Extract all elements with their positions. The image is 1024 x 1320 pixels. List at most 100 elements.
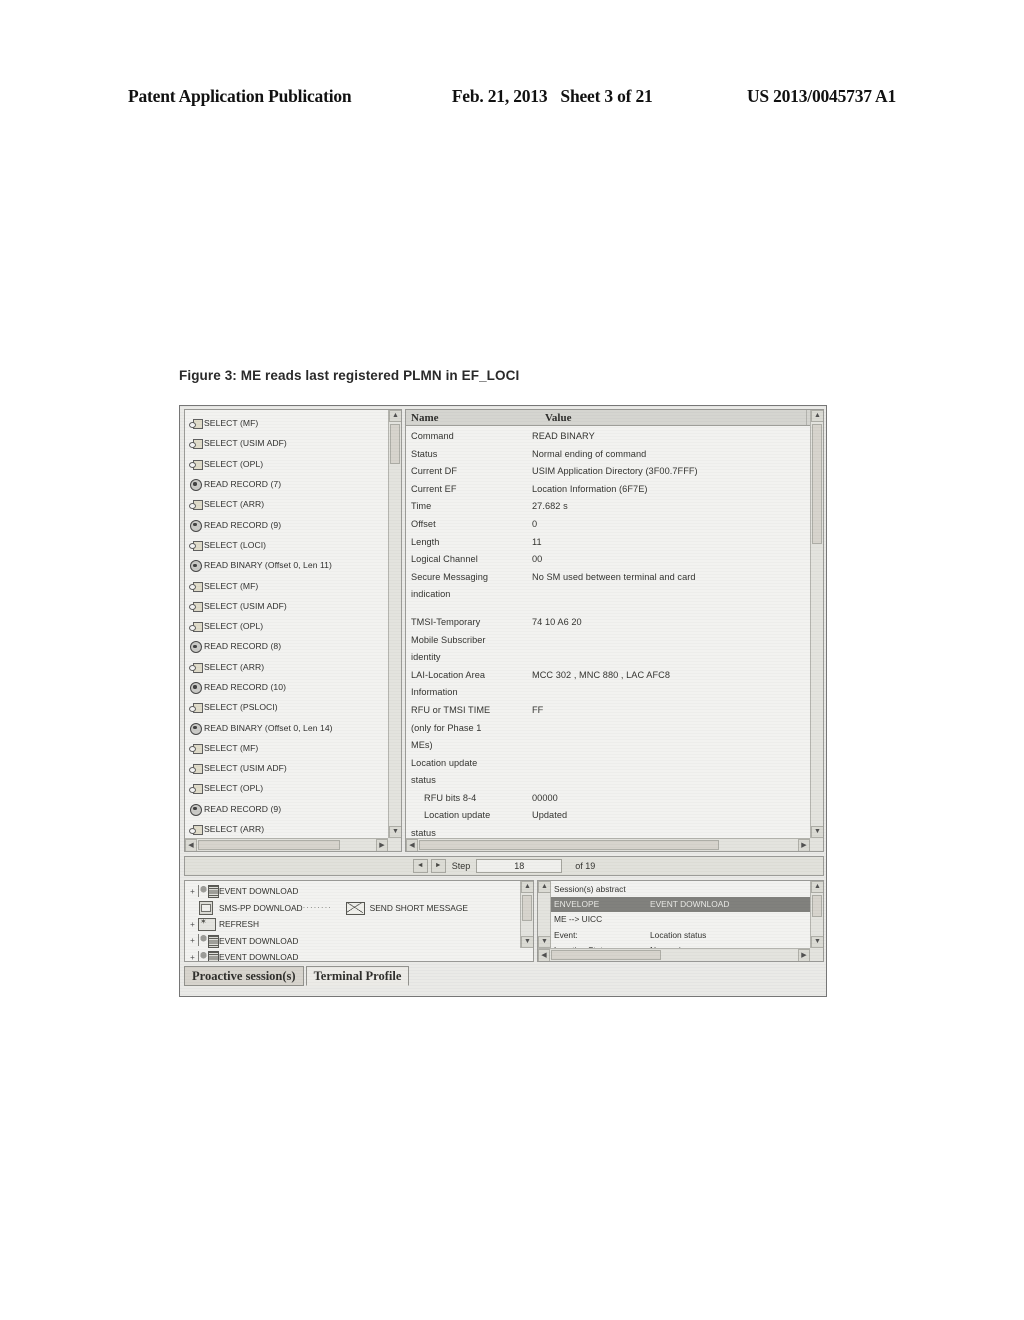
session-detail-horizontal-scrollbar[interactable]: ◀ ▶ <box>538 948 810 961</box>
detail-grid-row[interactable]: Logical Channel 00 <box>406 551 809 569</box>
command-tree-row[interactable]: READ RECORD (9) <box>189 514 388 534</box>
command-tree-row[interactable]: SELECT (MF) <box>189 413 388 433</box>
command-tree-row[interactable]: SELECT (PSLOCI) <box>189 697 388 717</box>
command-tree-row[interactable]: SELECT (ARR) <box>189 819 388 839</box>
session-detail-panel[interactable]: ▲ ▼ Session(s) abstract ENVELOPE EVENT DOW… <box>537 880 824 962</box>
session-detail-row[interactable]: Event: Location status <box>551 928 810 943</box>
scroll-left-arrow-icon[interactable]: ◀ <box>406 839 418 851</box>
scroll-up-arrow-icon[interactable]: ▲ <box>811 410 823 422</box>
command-tree-row[interactable]: SELECT (USIM ADF) <box>189 596 388 616</box>
detail-grid-row[interactable]: RFU bits 8-4 00000 <box>406 790 809 808</box>
command-tree-row[interactable]: SELECT (USIM ADF) <box>189 758 388 778</box>
detail-grid-row[interactable]: Secure Messaging No SM used between termi… <box>406 569 809 587</box>
scroll-left-arrow-icon[interactable]: ◀ <box>538 949 550 961</box>
detail-grid-row[interactable]: TMSI-Temporary 74 10 A6 20 <box>406 614 809 632</box>
expand-node-icon[interactable]: + <box>188 936 197 945</box>
scroll-right-arrow-icon[interactable]: ▶ <box>798 949 810 961</box>
command-tree-row[interactable]: SELECT (OPL) <box>189 616 388 636</box>
scroll-right-arrow-icon[interactable]: ▶ <box>798 839 810 851</box>
scrollbar-thumb[interactable] <box>198 840 340 850</box>
command-tree-row[interactable]: SELECT (MF) <box>189 738 388 758</box>
detail-grid-row[interactable]: identity <box>406 649 809 667</box>
proactive-session-tree[interactable]: + EVENT DOWNLOAD SMS-PP DOWNLOAD ········ SE… <box>184 880 534 962</box>
session-detail-scrollbar-right[interactable]: ▲ ▼ <box>810 881 823 948</box>
command-tree-vertical-scrollbar[interactable]: ▲ ▼ <box>388 410 401 838</box>
detail-grid-row[interactable]: Length 11 <box>406 534 809 552</box>
session-tree-row[interactable]: + EVENT DOWNLOAD <box>188 949 520 961</box>
detail-grid-row[interactable]: Offset 0 <box>406 516 809 534</box>
session-tree-row[interactable]: + REFRESH <box>188 916 520 933</box>
detail-grid-row[interactable]: Mobile Subscriber <box>406 632 809 650</box>
detail-grid-row[interactable]: Current DF USIM Application Directory (3F… <box>406 463 809 481</box>
session-detail-row-selected[interactable]: ENVELOPE EVENT DOWNLOAD <box>551 897 810 913</box>
detail-grid-row[interactable]: Location update Updated <box>406 807 809 825</box>
scroll-down-arrow-icon[interactable]: ▼ <box>811 936 823 948</box>
session-tree-row[interactable]: + EVENT DOWNLOAD <box>188 933 520 950</box>
command-tree-row[interactable]: SELECT (USIM ADF) <box>189 433 388 453</box>
command-tree-row[interactable]: SELECT (OPL) <box>189 454 388 474</box>
scroll-up-arrow-icon[interactable]: ▲ <box>389 410 401 422</box>
detail-grid-row[interactable]: Information <box>406 684 809 702</box>
scroll-right-arrow-icon[interactable]: ▶ <box>376 839 388 851</box>
detail-grid-row[interactable]: Current EF Location Information (6F7E) <box>406 481 809 499</box>
detail-grid-row[interactable]: LAI-Location Area MCC 302 , MNC 880 , LAC… <box>406 667 809 685</box>
scroll-up-arrow-icon[interactable]: ▲ <box>811 881 823 893</box>
scrollbar-thumb[interactable] <box>419 840 719 850</box>
command-tree-row[interactable]: SELECT (ARR) <box>189 657 388 677</box>
column-header-value[interactable]: Value <box>543 412 806 424</box>
detail-grid-row[interactable]: (only for Phase 1 <box>406 720 809 738</box>
detail-grid-row[interactable]: RFU or TMSI TIME FF <box>406 702 809 720</box>
expand-node-icon[interactable]: + <box>188 887 197 896</box>
session-tree-row[interactable]: + EVENT DOWNLOAD <box>188 883 520 900</box>
command-tree-row[interactable]: SELECT (MF) <box>189 575 388 595</box>
scroll-left-arrow-icon[interactable]: ◀ <box>185 839 197 851</box>
scroll-up-arrow-icon[interactable]: ▲ <box>538 881 551 893</box>
command-tree-horizontal-scrollbar[interactable]: ◀ ▶ <box>185 838 388 851</box>
command-trace-list[interactable]: SELECT (MF) SELECT (USIM ADF) SELECT (OPL)… <box>185 410 388 851</box>
scroll-down-arrow-icon[interactable]: ▼ <box>389 826 401 838</box>
session-tree-vertical-scrollbar[interactable]: ▲ ▼ <box>520 881 533 948</box>
expand-node-icon[interactable]: + <box>188 920 197 929</box>
step-number-input[interactable]: 18 <box>476 859 563 873</box>
step-previous-button[interactable]: ◄ <box>412 859 428 873</box>
scrollbar-thumb[interactable] <box>551 950 661 960</box>
detail-grid-row[interactable]: indication <box>406 586 809 604</box>
session-tree-row[interactable]: SMS-PP DOWNLOAD ········ SEND SHORT MESSAG… <box>188 900 520 917</box>
command-tree-row[interactable]: SELECT (OPL) <box>189 778 388 798</box>
command-trace-tree[interactable]: SELECT (MF) SELECT (USIM ADF) SELECT (OPL)… <box>184 409 402 852</box>
tab-proactive-session-s[interactable]: Proactive session(s) <box>184 966 304 986</box>
command-tree-row[interactable]: READ BINARY (Offset 0, Len 14) <box>189 717 388 737</box>
detail-grid-row[interactable]: Status Normal ending of command <box>406 446 809 464</box>
detail-grid-horizontal-scrollbar[interactable]: ◀ ▶ <box>406 838 810 851</box>
scrollbar-thumb[interactable] <box>812 424 822 544</box>
detail-grid-row[interactable]: MEs) <box>406 737 809 755</box>
detail-grid-row[interactable]: Time 27.682 s <box>406 498 809 516</box>
expand-node-icon[interactable]: + <box>188 953 197 961</box>
command-tree-row[interactable]: READ RECORD (7) <box>189 474 388 494</box>
command-tree-row[interactable]: READ RECORD (10) <box>189 677 388 697</box>
command-tree-row[interactable]: READ RECORD (8) <box>189 636 388 656</box>
session-detail-list[interactable]: Session(s) abstract ENVELOPE EVENT DOWNLOA… <box>551 881 810 955</box>
command-tree-row[interactable]: SELECT (ARR) <box>189 494 388 514</box>
scrollbar-thumb[interactable] <box>522 895 532 921</box>
command-tree-row[interactable]: READ RECORD (9) <box>189 799 388 819</box>
command-tree-row[interactable]: READ BINARY (Offset 0, Len 11) <box>189 555 388 575</box>
detail-grid-row[interactable]: status <box>406 772 809 790</box>
session-detail-row[interactable]: Session(s) abstract <box>551 882 810 897</box>
scrollbar-thumb[interactable] <box>390 424 400 464</box>
session-detail-vertical-scrollbar[interactable]: ▲ ▼ <box>538 881 551 948</box>
detail-grid-row[interactable]: Command READ BINARY <box>406 428 809 446</box>
apdu-detail-grid[interactable]: Name Value Command READ BINARY Status Norma… <box>405 409 824 852</box>
tab-terminal-profile[interactable]: Terminal Profile <box>305 966 410 986</box>
detail-grid-row[interactable]: Location update <box>406 755 809 773</box>
column-header-name[interactable]: Name <box>406 412 543 424</box>
scroll-down-arrow-icon[interactable]: ▼ <box>811 826 823 838</box>
proactive-session-list[interactable]: + EVENT DOWNLOAD SMS-PP DOWNLOAD ········ SE… <box>185 881 520 961</box>
scroll-up-arrow-icon[interactable]: ▲ <box>521 881 533 893</box>
command-tree-row[interactable]: SELECT (LOCI) <box>189 535 388 555</box>
scroll-down-arrow-icon[interactable]: ▼ <box>538 936 551 948</box>
scroll-down-arrow-icon[interactable]: ▼ <box>521 936 533 948</box>
scrollbar-thumb[interactable] <box>812 895 822 917</box>
detail-grid-vertical-scrollbar[interactable]: ▲ ▼ <box>810 410 823 838</box>
session-detail-row[interactable]: ME --> UICC <box>551 912 810 927</box>
